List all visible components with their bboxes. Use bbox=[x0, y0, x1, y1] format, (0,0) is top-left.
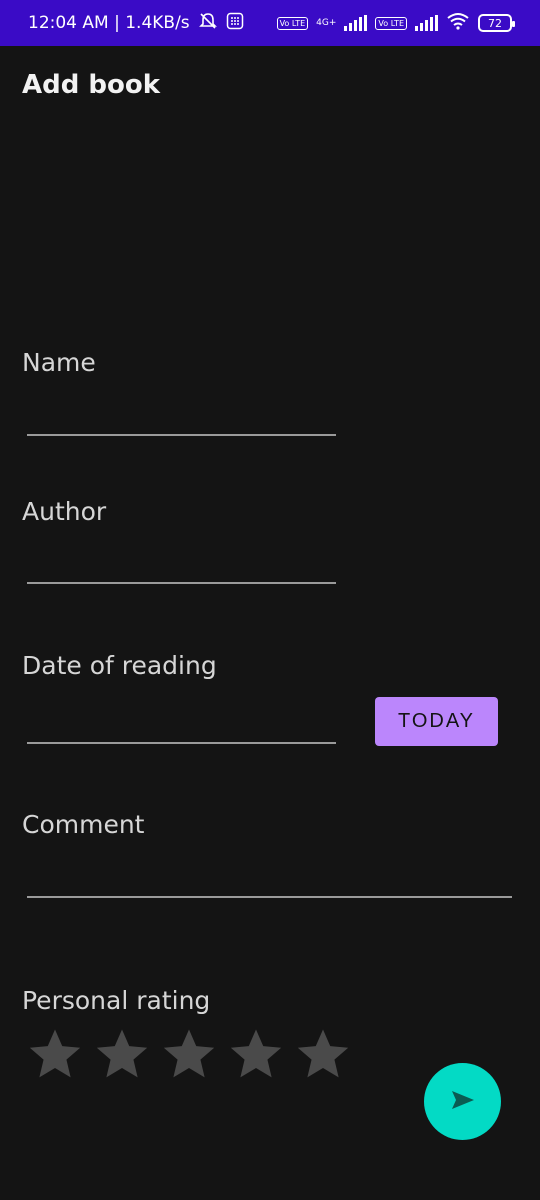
name-label: Name bbox=[22, 348, 96, 377]
date-label: Date of reading bbox=[22, 651, 217, 680]
star-icon[interactable] bbox=[228, 1026, 284, 1082]
status-bar: 12:04 AM | 1.4KB/s Vo LTE 4G+ Vo LTE 72 bbox=[0, 0, 540, 46]
battery-icon: 72 bbox=[478, 14, 515, 32]
signal-strength-icon-2 bbox=[415, 15, 438, 31]
star-icon[interactable] bbox=[94, 1026, 150, 1082]
today-button[interactable]: TODAY bbox=[375, 697, 498, 746]
comment-label: Comment bbox=[22, 810, 145, 839]
wifi-icon bbox=[446, 12, 470, 35]
signal-strength-icon-1 bbox=[344, 15, 368, 31]
send-icon bbox=[450, 1089, 476, 1115]
author-input[interactable] bbox=[27, 582, 336, 584]
status-time-speed: 12:04 AM | 1.4KB/s bbox=[28, 13, 190, 33]
rating-label: Personal rating bbox=[22, 986, 211, 1015]
star-icon[interactable] bbox=[27, 1026, 83, 1082]
mute-bell-icon bbox=[198, 11, 218, 36]
star-icon[interactable] bbox=[161, 1026, 217, 1082]
comment-input[interactable] bbox=[27, 896, 512, 898]
status-right: Vo LTE 4G+ Vo LTE 72 bbox=[276, 12, 515, 35]
name-input[interactable] bbox=[27, 434, 336, 436]
send-button[interactable] bbox=[424, 1063, 501, 1140]
app-grid-icon bbox=[226, 12, 244, 35]
author-label: Author bbox=[22, 497, 107, 526]
rating-bar[interactable] bbox=[27, 1026, 351, 1082]
date-input[interactable] bbox=[27, 742, 336, 744]
volte-badge-2: Vo LTE bbox=[375, 16, 407, 30]
status-left: 12:04 AM | 1.4KB/s bbox=[28, 11, 244, 36]
network-type-label: 4G+ bbox=[316, 18, 337, 28]
volte-badge-1: Vo LTE bbox=[276, 16, 309, 30]
star-icon[interactable] bbox=[295, 1026, 351, 1082]
battery-level: 72 bbox=[488, 16, 502, 30]
page-title: Add book bbox=[22, 70, 161, 100]
